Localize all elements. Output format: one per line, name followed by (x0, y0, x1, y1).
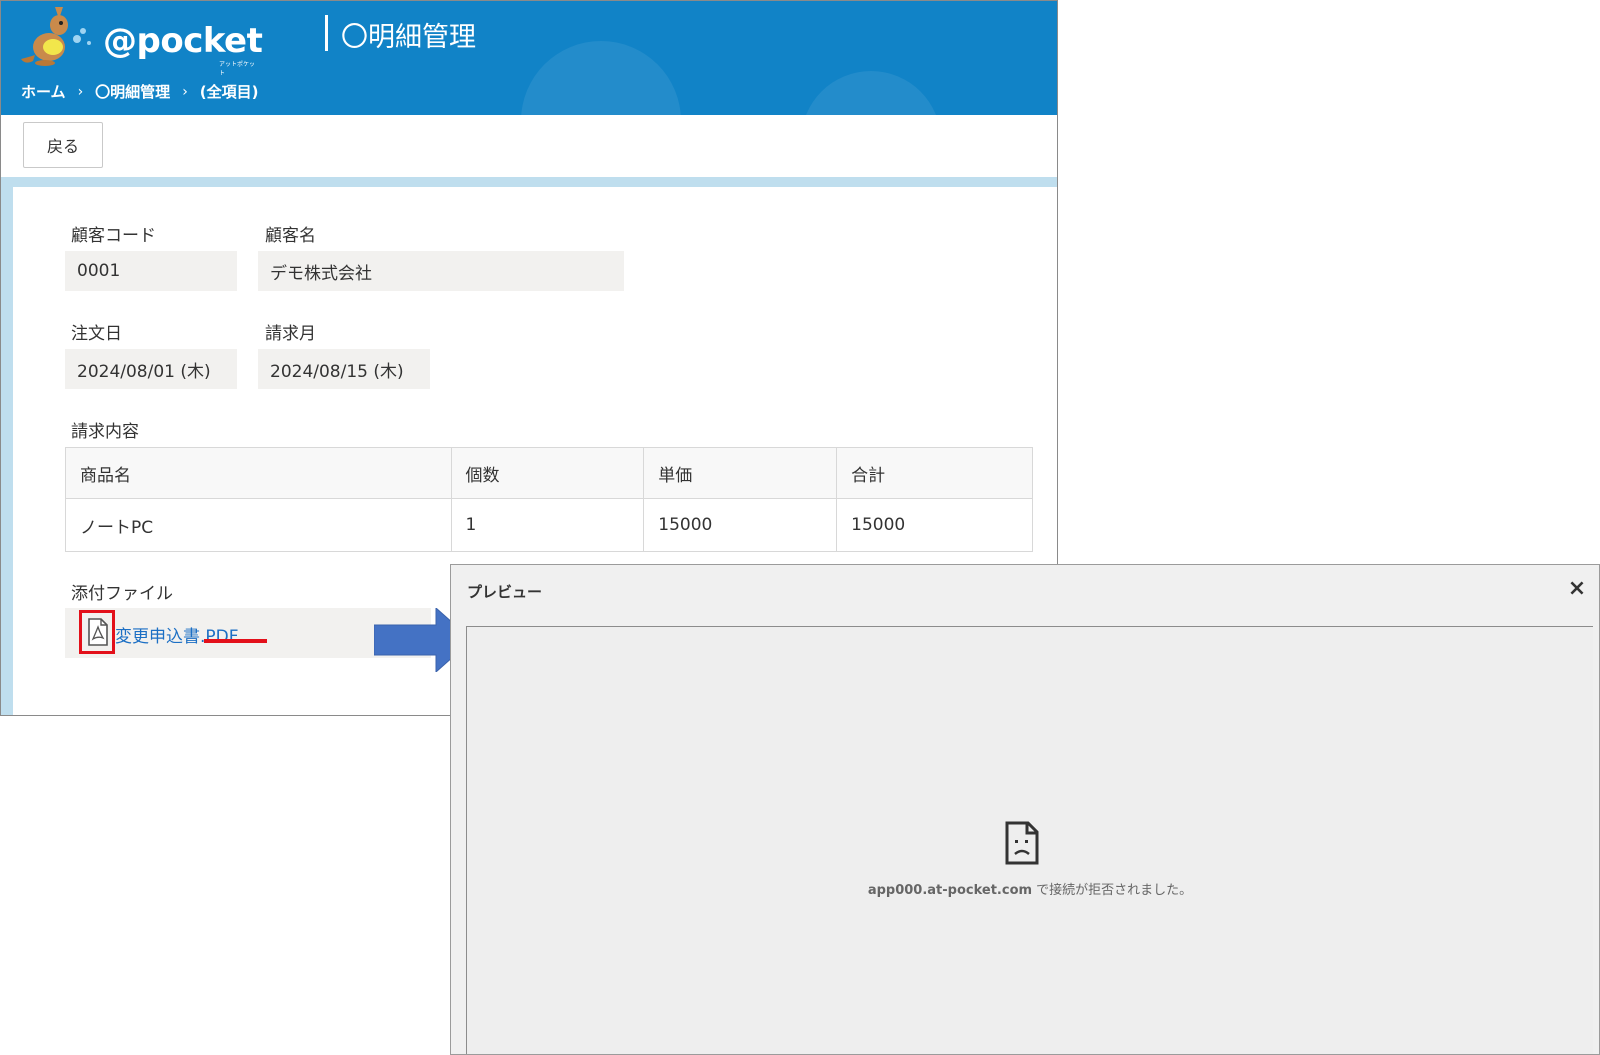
error-text: で接続が拒否されました。 (1032, 883, 1193, 898)
logo-subtext: アットポケット (219, 61, 256, 77)
billing-details-label: 請求内容 (71, 422, 139, 442)
connection-refused-message: app000.at-pocket.com で接続が拒否されました。 (467, 879, 1593, 898)
billing-details-table: 商品名 個数 単価 合計 ノートPC 1 15000 15000 (65, 447, 1033, 552)
preview-frame: app000.at-pocket.com で接続が拒否されました。 (466, 626, 1593, 1054)
customer-name-label: 顧客名 (265, 226, 316, 246)
column-header-quantity: 個数 (450, 447, 645, 499)
billing-month-label: 請求月 (265, 324, 316, 344)
header-decoration (521, 41, 681, 115)
page-title: 〇明細管理 (341, 22, 476, 53)
attachment-file-link[interactable]: 変更申込書.PDF (115, 622, 239, 647)
breadcrumb: ホーム › 〇明細管理 › (全項目) (21, 81, 259, 102)
table-row: ノートPC 1 15000 15000 (65, 498, 1033, 552)
breadcrumb-separator: › (77, 83, 84, 100)
customer-code-value: 0001 (65, 251, 237, 291)
extension-underline (204, 639, 267, 643)
close-button[interactable]: × (1563, 575, 1591, 603)
attachments-label: 添付ファイル (71, 584, 173, 604)
table-header-row: 商品名 個数 単価 合計 (65, 447, 1033, 499)
table-cell-quantity: 1 (450, 498, 645, 552)
preview-dialog: プレビュー × app000.at-pocket.com で接続が拒否されました… (450, 564, 1600, 1055)
toolbar: 戻る (1, 115, 1057, 186)
table-cell-product: ノートPC (65, 498, 452, 552)
error-host: app000.at-pocket.com (867, 883, 1033, 898)
breadcrumb-current: (全項目) (199, 83, 259, 101)
order-date-value: 2024/08/01 (木) (65, 349, 237, 389)
logo-text: @pocket (103, 21, 263, 61)
table-cell-total: 15000 (836, 498, 1033, 552)
column-header-unit-price: 単価 (643, 447, 838, 499)
customer-name-value: デモ株式会社 (258, 251, 624, 291)
billing-month-value: 2024/08/15 (木) (258, 349, 430, 389)
customer-code-label: 顧客コード (71, 226, 156, 246)
breadcrumb-home[interactable]: ホーム (21, 81, 66, 102)
order-date-label: 注文日 (71, 324, 122, 344)
pdf-icon-highlight (79, 610, 115, 654)
header-decoration (801, 71, 941, 115)
preview-title: プレビュー (467, 583, 543, 601)
app-logo[interactable]: @pocket アットポケット (19, 3, 263, 77)
back-button[interactable]: 戻る (23, 122, 103, 168)
column-header-product: 商品名 (65, 447, 452, 499)
breadcrumb-statement-management[interactable]: 〇明細管理 (95, 81, 170, 102)
table-cell-unit-price: 15000 (643, 498, 838, 552)
kangaroo-icon (21, 7, 91, 66)
sad-document-icon (1005, 821, 1039, 865)
app-header: @pocket アットポケット 〇明細管理 ホーム › 〇明細管理 › (全項目… (1, 1, 1057, 115)
column-header-total: 合計 (836, 447, 1033, 499)
breadcrumb-separator: › (182, 83, 188, 100)
header-divider (325, 15, 328, 51)
